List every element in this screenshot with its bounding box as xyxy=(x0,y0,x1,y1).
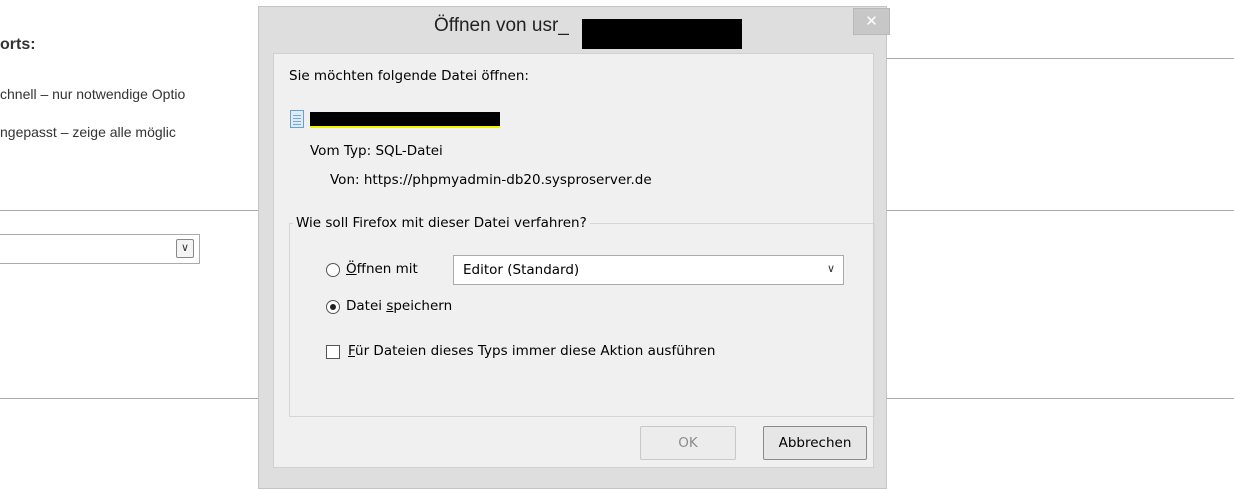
application-select[interactable]: Editor (Standard) ∨ xyxy=(453,255,844,285)
close-button[interactable]: ✕ xyxy=(853,8,890,35)
remember-checkbox[interactable] xyxy=(326,345,340,359)
action-question: Wie soll Firefox mit dieser Datei verfah… xyxy=(296,215,587,231)
from-label: Von: xyxy=(330,172,360,188)
export-option-quick[interactable]: chnell – nur notwendige Optio xyxy=(0,86,185,102)
save-text-pre: Datei xyxy=(346,298,387,314)
accel-key: F xyxy=(348,343,356,359)
type-row: Vom Typ: SQL-Datei xyxy=(310,143,443,159)
open-with-text: ffnen mit xyxy=(356,261,418,277)
dialog-titlebar[interactable]: Öffnen von usr_ ✕ xyxy=(259,7,890,53)
from-value: https://phpmyadmin-db20.sysproserver.de xyxy=(363,172,652,188)
prompt-text: Sie möchten folgende Datei öffnen: xyxy=(289,68,529,84)
divider xyxy=(886,58,1234,59)
format-select[interactable]: ∨ xyxy=(0,234,200,264)
dialog-title: Öffnen von usr_ xyxy=(434,15,569,36)
save-file-radio[interactable] xyxy=(326,300,340,314)
redaction-bar xyxy=(582,19,742,49)
divider xyxy=(886,210,1234,211)
open-with-radio[interactable] xyxy=(326,263,340,277)
cancel-button[interactable]: Abbrechen xyxy=(763,426,867,460)
from-row: Von: https://phpmyadmin-db20.sysproserve… xyxy=(330,172,652,188)
accel-key: Ö xyxy=(346,261,357,277)
open-file-dialog: Öffnen von usr_ ✕ Sie möchten folgende D… xyxy=(258,6,890,489)
close-icon: ✕ xyxy=(865,13,878,30)
save-file-label[interactable]: Datei speichern xyxy=(346,298,452,314)
type-label: Vom Typ: xyxy=(310,143,372,159)
remember-text: ür Dateien dieses Typs immer diese Aktio… xyxy=(355,343,716,359)
chevron-down-icon: ∨ xyxy=(826,263,835,275)
chevron-down-icon[interactable]: ∨ xyxy=(176,239,194,258)
file-icon xyxy=(290,110,304,128)
divider xyxy=(0,398,260,399)
divider xyxy=(0,210,260,211)
remember-label[interactable]: Für Dateien dieses Typs immer diese Akti… xyxy=(348,343,715,359)
redaction-bar xyxy=(310,112,500,128)
action-group: Wie soll Firefox mit dieser Datei verfah… xyxy=(289,215,875,417)
open-with-label[interactable]: Öffnen mit xyxy=(346,261,418,277)
export-option-custom[interactable]: ngepasst – zeige alle möglic xyxy=(0,124,176,140)
export-heading: orts: xyxy=(0,36,36,53)
ok-button[interactable]: OK xyxy=(640,426,736,460)
save-text-rest: peichern xyxy=(393,298,453,314)
application-value: Editor (Standard) xyxy=(463,262,580,278)
type-value: SQL-Datei xyxy=(375,143,443,159)
divider xyxy=(886,398,1234,399)
